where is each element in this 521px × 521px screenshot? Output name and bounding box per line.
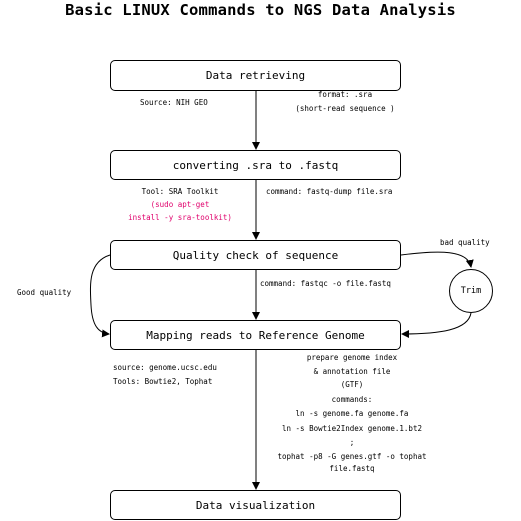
label-commands: commands:: [331, 394, 373, 404]
label-tools-bowtie: Tools: Bowtie2, Tophat: [113, 377, 213, 386]
box-quality-check-label: Quality check of sequence: [172, 248, 339, 262]
label-prep-line2: & annotation file: [313, 366, 391, 376]
box-data-visualization: Data visualization: [110, 490, 401, 520]
label-format: format: .sra (short-read sequence ): [266, 89, 424, 114]
label-good-quality: Good quality: [17, 288, 72, 297]
label-bad-quality: bad quality: [440, 238, 490, 247]
label-prep-line1: prepare genome index: [306, 353, 398, 362]
label-cmd1: ln -s genome.fa genome.fa: [295, 409, 409, 418]
label-commands-block: prepare genome index & annotation file (…: [249, 352, 455, 475]
label-source-geo: Source: NIH GEO: [140, 98, 208, 107]
box-mapping: Mapping reads to Reference Genome: [110, 320, 401, 350]
box-mapping-label: Mapping reads to Reference Genome: [146, 328, 365, 342]
label-source-ucsc: source: genome.ucsc.edu: [113, 363, 217, 372]
arrow-good-quality: [89, 254, 111, 338]
arrow-trim-to-mapping: [401, 312, 472, 338]
label-format-line1: format: .sra: [317, 90, 373, 99]
label-sudo-line2: install -y sra-toolkit): [128, 213, 232, 222]
label-prep-line3: (GTF): [340, 380, 364, 389]
box-quality-check: Quality check of sequence: [110, 240, 401, 270]
label-format-line2: (short-read sequence ): [295, 104, 395, 113]
label-command-fastqc: command: fastqc -o file.fastq: [260, 279, 391, 288]
box-converting: converting .sra to .fastq: [110, 150, 401, 180]
label-sudo-line1: (sudo apt-get: [150, 200, 210, 209]
label-cmd3: tophat -p8 -G genes.gtf -o tophat: [277, 451, 427, 461]
box-data-visualization-label: Data visualization: [195, 498, 316, 512]
label-command-fastq: command: fastq-dump file.sra: [266, 187, 393, 196]
box-data-retrieving: Data retrieving: [110, 60, 401, 91]
label-cmd4: file.fastq: [329, 464, 375, 473]
trim-node: Trim: [449, 269, 493, 313]
arrow-bad-quality: [400, 251, 474, 268]
label-tool-block: Tool: SRA Toolkit (sudo apt-get install …: [108, 186, 252, 223]
label-cmd2: ln -s Bowtie2Index genome.1.bt2: [282, 423, 422, 433]
label-tool: Tool: SRA Toolkit: [141, 187, 219, 196]
box-data-retrieving-label: Data retrieving: [205, 69, 306, 82]
label-semicolon: ;: [349, 438, 355, 447]
box-converting-label: converting .sra to .fastq: [172, 158, 339, 172]
trim-label: Trim: [460, 286, 482, 296]
